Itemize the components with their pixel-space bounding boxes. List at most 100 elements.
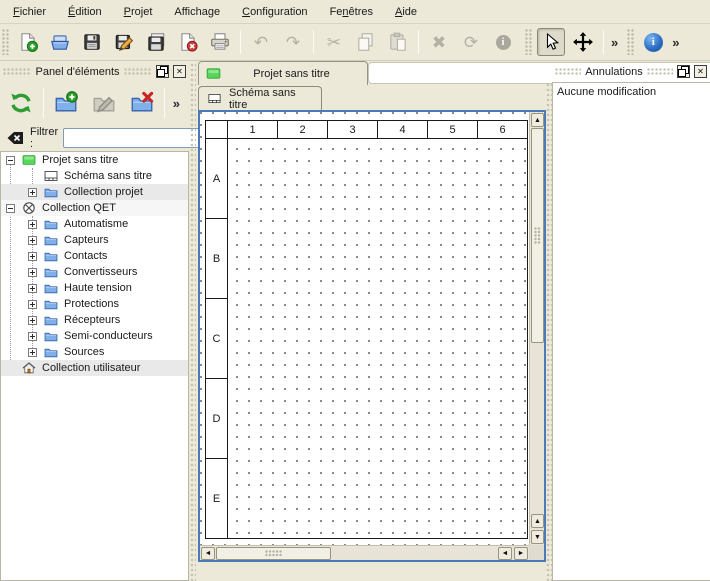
tree-item-protections[interactable]: Protections (1, 296, 188, 312)
scroll-right-button[interactable]: ► (514, 547, 528, 560)
expand-expander[interactable] (28, 332, 37, 341)
menu-fenetres[interactable]: Fenêtres (319, 2, 384, 22)
schema-icon (206, 91, 223, 106)
toolbar-overflow-button[interactable]: » (608, 35, 621, 50)
save-all-button[interactable] (142, 28, 170, 56)
folder-icon (43, 280, 59, 296)
expand-expander[interactable] (28, 188, 37, 197)
drawing-area[interactable] (228, 139, 528, 539)
menu-fichier[interactable]: Fichier (2, 2, 57, 22)
save-as-button[interactable] (110, 28, 138, 56)
column-header: 4 (378, 121, 428, 139)
menu-edition[interactable]: Édition (57, 2, 113, 22)
toolbar-overflow-button[interactable]: » (669, 35, 682, 50)
toolbar-separator (603, 30, 604, 54)
schema-scene[interactable]: 1 2 3 4 5 6 A B C D E (200, 112, 529, 545)
tree-item-collection-qet[interactable]: Collection QET (1, 200, 188, 216)
undo-history-list[interactable]: Aucune modification (552, 82, 710, 581)
collapse-expander[interactable] (6, 156, 15, 165)
folder-icon (43, 344, 59, 360)
tree-item-haute-tension[interactable]: Haute tension (1, 280, 188, 296)
tree-item-automatisme[interactable]: Automatisme (1, 216, 188, 232)
tree-item-schema[interactable]: Schéma sans titre (1, 168, 188, 184)
selection-mode-button[interactable] (537, 28, 565, 56)
expand-expander[interactable] (28, 268, 37, 277)
tree-item-semi-conducteurs[interactable]: Semi-conducteurs (1, 328, 188, 344)
about-info-button[interactable]: i (639, 28, 667, 56)
close-panel-button[interactable]: ✕ (694, 65, 707, 78)
scroll-down-button[interactable]: ▼ (531, 530, 544, 544)
right-dock-splitter[interactable] (545, 61, 552, 581)
expand-expander[interactable] (28, 300, 37, 309)
filter-label: Filtrer : (30, 126, 58, 150)
home-icon (21, 360, 37, 376)
tree-item-projet[interactable]: Projet sans titre (1, 152, 188, 168)
schema-tab-label: Schéma sans titre (229, 87, 314, 111)
project-icon (205, 65, 222, 82)
menu-configuration[interactable]: Configuration (231, 2, 318, 22)
row-header: D (206, 379, 228, 459)
elements-panel-titlebar[interactable]: Panel d'éléments ✕ (0, 61, 189, 82)
save-button[interactable] (78, 28, 106, 56)
undo-list-item: Aucune modification (553, 83, 710, 100)
menu-projet[interactable]: Projet (113, 2, 164, 22)
toolbar-drag-handle[interactable] (627, 29, 635, 55)
horizontal-scrollbar-track[interactable] (331, 546, 497, 560)
toolbar-drag-handle[interactable] (525, 29, 533, 55)
open-project-button[interactable] (46, 28, 74, 56)
cursor-arrow-icon (541, 32, 561, 52)
move-mode-button[interactable] (569, 28, 597, 56)
qet-logo-icon (21, 200, 37, 216)
expand-expander[interactable] (28, 348, 37, 357)
scroll-up-button[interactable]: ▲ (531, 514, 544, 528)
toolbar-drag-handle[interactable] (2, 29, 10, 55)
clear-filter-icon[interactable] (5, 129, 25, 147)
expand-expander[interactable] (28, 284, 37, 293)
folder-icon (43, 296, 59, 312)
expand-expander[interactable] (28, 316, 37, 325)
close-document-icon (177, 31, 199, 53)
scroll-up-button[interactable]: ▲ (531, 113, 544, 127)
new-element-button[interactable] (49, 86, 83, 120)
new-project-button[interactable] (14, 28, 42, 56)
toolbar-separator (313, 30, 314, 54)
menu-aide[interactable]: Aide (384, 2, 428, 22)
tree-item-capteurs[interactable]: Capteurs (1, 232, 188, 248)
close-panel-button[interactable]: ✕ (173, 65, 186, 78)
tree-item-convertisseurs[interactable]: Convertisseurs (1, 264, 188, 280)
tree-item-sources[interactable]: Sources (1, 344, 188, 360)
tree-item-collection-utilisateur[interactable]: Collection utilisateur (1, 360, 188, 376)
float-panel-button[interactable] (156, 65, 169, 78)
project-tab-label: Projet sans titre (222, 68, 361, 80)
vertical-scrollbar[interactable]: ▲ ▲ ▼ (529, 112, 544, 545)
horizontal-scrollbar-thumb[interactable] (216, 547, 331, 560)
scroll-left-button[interactable]: ◄ (498, 547, 512, 560)
print-button[interactable] (206, 28, 234, 56)
expand-expander[interactable] (28, 220, 37, 229)
float-panel-button[interactable] (677, 65, 690, 78)
scroll-left-button[interactable]: ◄ (201, 547, 215, 560)
tree-item-collection-projet[interactable]: Collection projet (1, 184, 188, 200)
reload-collections-button[interactable] (4, 86, 38, 120)
paste-icon (387, 31, 409, 53)
horizontal-scrollbar[interactable]: ◄ ◄ ► (200, 545, 529, 560)
row-header: A (206, 139, 228, 219)
rotate-icon: ⟳ (464, 34, 478, 51)
vertical-scrollbar-thumb[interactable] (531, 128, 544, 343)
panel-toolbar-overflow-button[interactable]: » (170, 96, 183, 111)
vertical-scrollbar-track[interactable] (530, 343, 544, 513)
tree-item-recepteurs[interactable]: Récepteurs (1, 312, 188, 328)
menu-affichage[interactable]: Affichage (163, 2, 231, 22)
collapse-expander[interactable] (6, 204, 15, 213)
tab-schema-sans-titre[interactable]: Schéma sans titre (198, 86, 322, 110)
tree-item-contacts[interactable]: Contacts (1, 248, 188, 264)
close-file-button[interactable] (174, 28, 202, 56)
undo-panel-titlebar[interactable]: Annulations ✕ (552, 61, 710, 82)
expand-expander[interactable] (28, 236, 37, 245)
expand-expander[interactable] (28, 252, 37, 261)
tab-projet-sans-titre[interactable]: Projet sans titre (198, 61, 368, 85)
left-dock-splitter[interactable] (189, 61, 196, 581)
schema-icon (43, 168, 59, 184)
toolbar-separator (164, 88, 165, 118)
delete-element-button[interactable] (125, 86, 159, 120)
